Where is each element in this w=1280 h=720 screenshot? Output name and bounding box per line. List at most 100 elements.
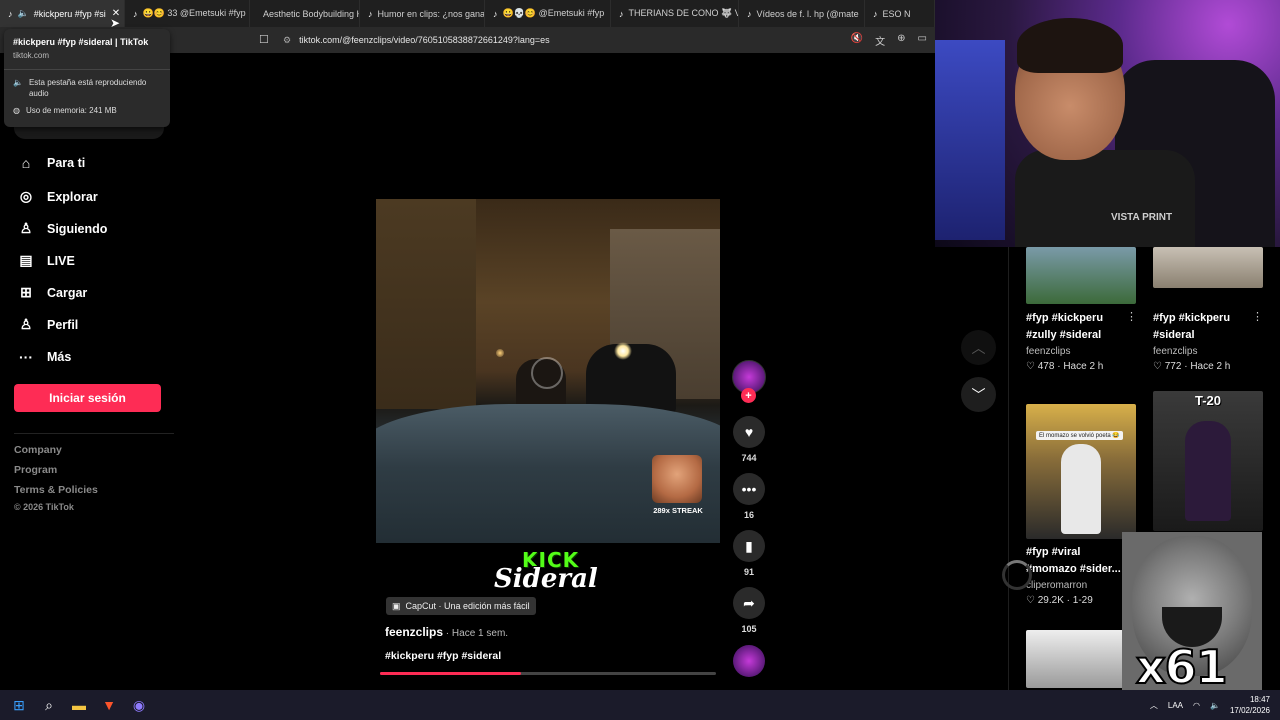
cast-icon[interactable]: ▭	[918, 33, 927, 48]
windows-start-icon[interactable]: ⊞	[8, 694, 30, 716]
tab-label: ESO N	[882, 8, 911, 19]
wifi-icon[interactable]: ◠	[1193, 701, 1200, 710]
sidebar-item-cargar[interactable]: ⊞ Cargar	[18, 284, 87, 301]
related-thumbnail[interactable]	[1153, 247, 1263, 288]
related-title[interactable]: #fyp #viral #momazo #sider...	[1026, 544, 1126, 578]
footer-link-terms[interactable]: Terms & Policies	[14, 484, 98, 496]
tab-label: Humor en clips: ¿nos gana	[377, 8, 485, 19]
copyright: © 2026 TikTok	[14, 502, 74, 512]
related-likes: 29.2K	[1037, 595, 1064, 606]
compass-icon: ◎	[19, 188, 33, 204]
volume-icon[interactable]: 🔈	[1210, 701, 1220, 710]
tab[interactable]: ♪ 😀😊 33 @Emetsuki #fyp	[125, 0, 250, 27]
related-thumbnail[interactable]: T-20	[1153, 391, 1263, 531]
video-progress-fill	[380, 672, 522, 675]
tab[interactable]: ♪ 😀💀😊 @Emetsuki #fyp	[485, 0, 611, 27]
capcut-label: CapCut · Una edición más fácil	[405, 601, 530, 611]
speaker-icon: 🔈	[13, 78, 23, 87]
previous-video-button[interactable]: ︿	[961, 330, 996, 365]
site-info-icon[interactable]: ⚙	[283, 35, 291, 46]
tab[interactable]: ♪ Humor en clips: ¿nos gana	[360, 0, 485, 27]
sidebar-item-label: Siguiendo	[47, 221, 108, 236]
comment-action[interactable]: ••• 16	[733, 473, 765, 520]
follow-button[interactable]: +	[741, 388, 756, 403]
more-options-icon[interactable]: ⋮	[1252, 310, 1263, 323]
tooltip-audio: Esta pestaña está reproduciendo audio	[28, 78, 147, 98]
next-video-button[interactable]: ﹀	[961, 377, 996, 412]
sidebar-item-mas[interactable]: ··· Más	[18, 349, 71, 365]
related-author[interactable]: feenzclips	[1026, 346, 1070, 357]
share-action[interactable]: ➦ 105	[733, 587, 765, 634]
watermark-icon	[531, 357, 563, 389]
translate-icon[interactable]: 文	[875, 33, 885, 48]
profile-icon: ♙	[19, 316, 33, 332]
streak-face-image	[652, 455, 702, 503]
footer-link-company[interactable]: Company	[14, 444, 62, 456]
tab-label: 😀😊 33 @Emetsuki #fyp	[142, 8, 246, 18]
related-time: Hace 2 h	[1063, 361, 1104, 372]
video-author[interactable]: feenzclips	[385, 625, 443, 639]
tab-active[interactable]: ♪ 🔈 #kickperu #fyp #si ✕	[0, 0, 125, 27]
sidebar-item-para-ti[interactable]: ⌂ Para ti	[18, 155, 85, 171]
heart-icon[interactable]: ♥	[733, 416, 765, 448]
speaker-icon: 🔈	[17, 8, 29, 18]
sidebar-item-live[interactable]: ▤ LIVE	[18, 252, 74, 269]
tooltip-audio-row: 🔈 Esta pestaña está reproduciendo audio	[13, 77, 161, 99]
language-indicator[interactable]: LAA	[1168, 701, 1183, 710]
comment-icon[interactable]: •••	[733, 473, 765, 505]
brave-browser-icon[interactable]: ▼	[98, 694, 120, 716]
video-player[interactable]: 289x STREAK	[376, 199, 720, 543]
tab[interactable]: Aesthetic Bodybuilding Hu	[250, 0, 360, 27]
login-button[interactable]: Iniciar sesión	[14, 384, 161, 412]
streamer-webcam: VISTA PRINT	[935, 0, 1280, 247]
footer-link-program[interactable]: Program	[14, 464, 57, 476]
video-time: · Hace 1 sem.	[443, 628, 509, 639]
related-thumbnail[interactable]	[1026, 630, 1136, 688]
related-author[interactable]: feenzclips	[1153, 346, 1197, 357]
sidebar-item-label: Explorar	[47, 189, 98, 204]
tab-tooltip: #kickperu #fyp #sideral | TikTok tiktok.…	[4, 29, 170, 127]
loading-spinner-icon	[1002, 560, 1032, 590]
thumbnail-caption: T-20	[1194, 393, 1221, 408]
clock-time: 18:47	[1249, 695, 1270, 704]
zoom-icon[interactable]: ⊕	[897, 33, 905, 48]
tab[interactable]: ♪ ESO N	[865, 0, 935, 27]
video-frame-lamp	[496, 349, 504, 357]
like-action[interactable]: ♥ 744	[733, 416, 765, 463]
capcut-badge[interactable]: ▣ CapCut · Una edición más fácil	[386, 597, 536, 615]
taskbar: ⊞ ⌕ ▬ ▼ ◉ ︿ LAA ◠ 🔈 18:47 17/02/2026	[0, 690, 1280, 720]
sidebar-item-siguiendo[interactable]: ♙ Siguiendo	[18, 220, 108, 237]
search-icon[interactable]: ⌕	[38, 694, 60, 716]
related-thumbnail[interactable]: El momazo se volvió poeta 😂	[1026, 404, 1136, 539]
sidebar-item-explorar[interactable]: ◎ Explorar	[18, 188, 98, 205]
clock[interactable]: 18:47 17/02/2026	[1230, 694, 1270, 716]
file-explorer-icon[interactable]: ▬	[68, 694, 90, 716]
related-thumbnail[interactable]	[1026, 247, 1136, 304]
video-progress-bar[interactable]	[380, 672, 716, 675]
share-icon[interactable]: ➦	[733, 587, 765, 619]
streak-badge: 289x STREAK	[652, 455, 704, 517]
bookmark-icon[interactable]: ▮	[733, 530, 765, 562]
sidebar-item-label: Cargar	[47, 285, 88, 300]
tab[interactable]: ♪ THERIANS DE CONO 🐺 V	[611, 0, 739, 27]
chevron-up-icon[interactable]: ︿	[1150, 700, 1158, 711]
related-author[interactable]: cliperomarron	[1026, 580, 1087, 591]
comment-count: 16	[743, 510, 754, 520]
discord-icon[interactable]: ◉	[128, 694, 150, 716]
video-tags[interactable]: #kickperu #fyp #sideral	[385, 650, 501, 662]
url-field[interactable]: ⚙ tiktok.com/@feenzclips/video/760510583…	[255, 31, 935, 49]
related-title[interactable]: #fyp #kickperu #sideral	[1153, 310, 1248, 344]
sidebar-item-perfil[interactable]: ♙ Perfil	[18, 316, 79, 333]
save-action[interactable]: ▮ 91	[733, 530, 765, 577]
related-title[interactable]: #fyp #kickperu #zully #sideral	[1026, 310, 1126, 344]
related-time: 1-29	[1072, 595, 1093, 606]
share-count: 105	[741, 624, 757, 634]
tiktok-icon: ♪	[8, 8, 13, 19]
tab[interactable]: ♪ Vídeos de f. l. hp (@mate	[739, 0, 865, 27]
audio-mute-icon[interactable]: 🔇	[851, 33, 863, 48]
home-icon: ⌂	[21, 155, 31, 171]
music-avatar[interactable]	[733, 645, 765, 677]
sidebar-item-label: Para ti	[47, 156, 86, 170]
more-options-icon[interactable]: ⋮	[1126, 310, 1137, 323]
tiktok-icon: ♪	[873, 8, 878, 19]
